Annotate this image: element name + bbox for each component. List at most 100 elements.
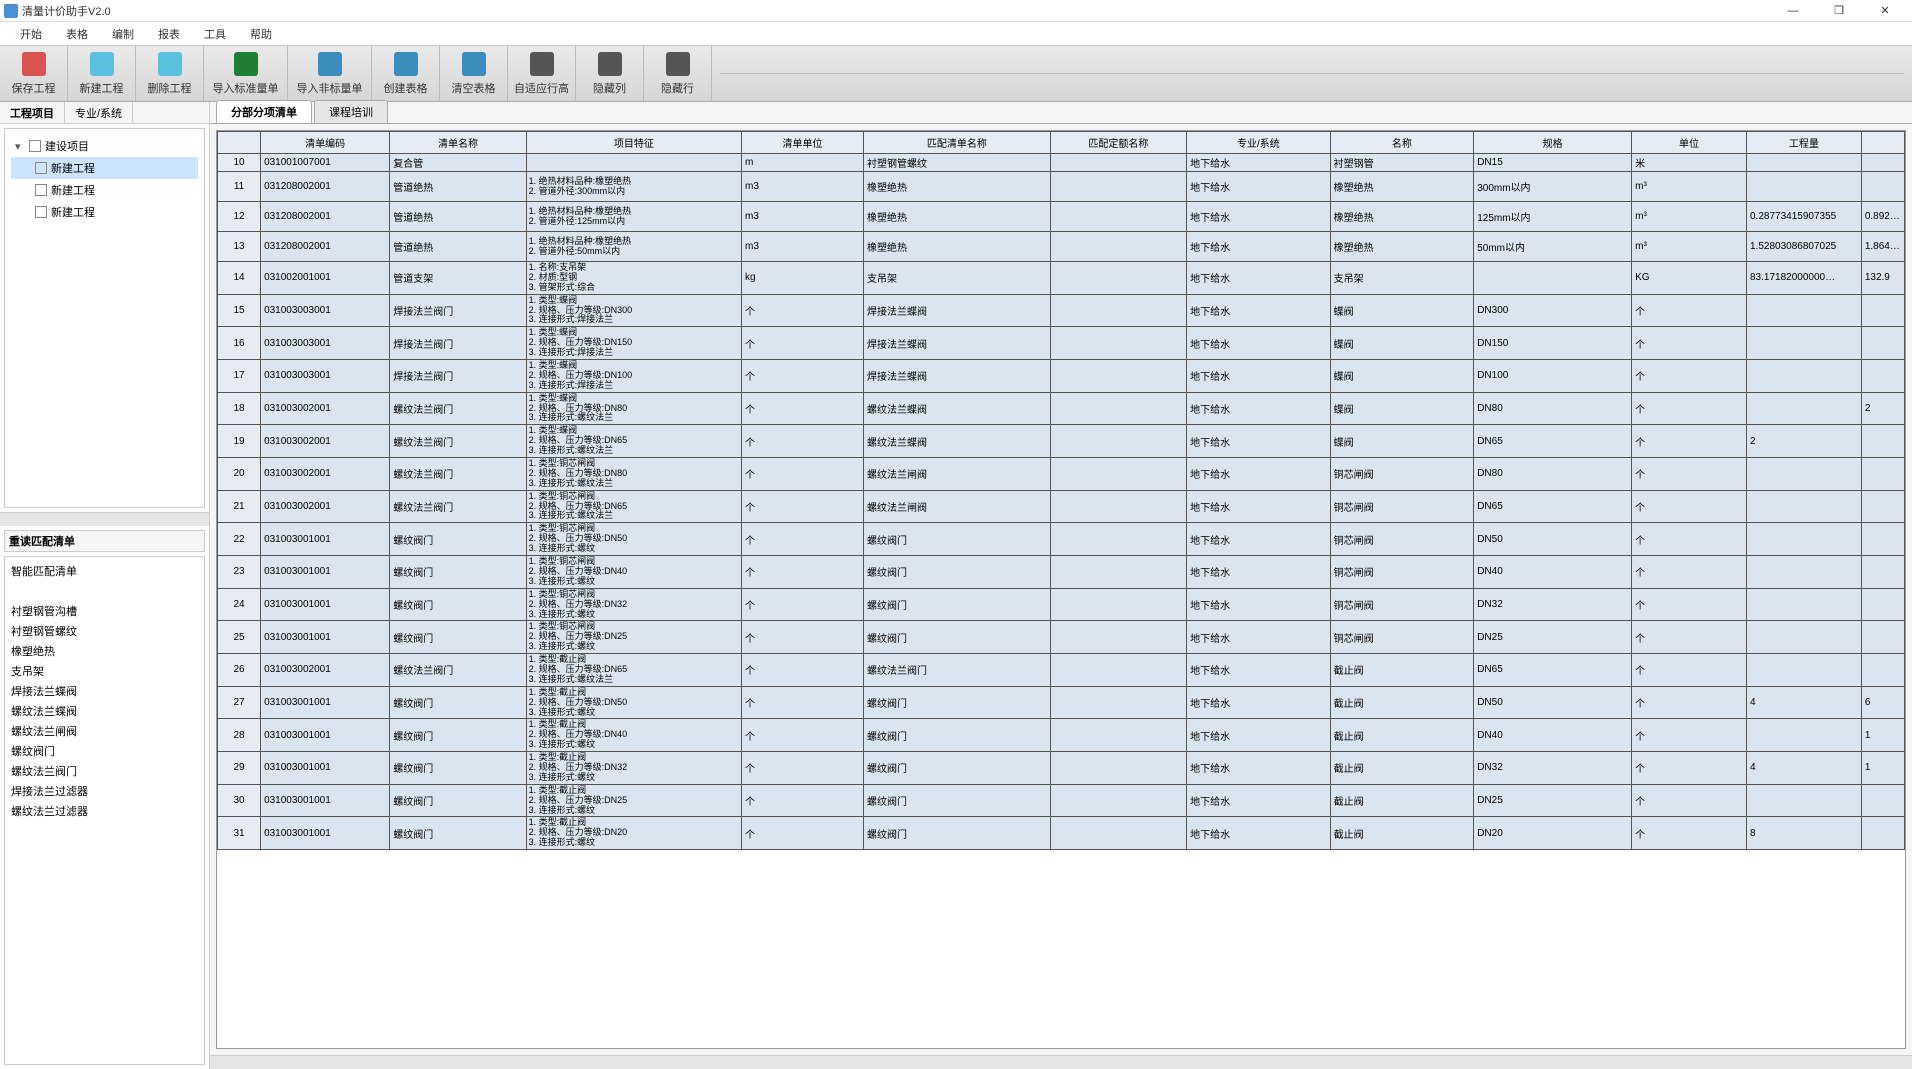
cell[interactable]: 个 bbox=[1632, 556, 1747, 589]
cell[interactable]: 个 bbox=[742, 294, 864, 327]
cell[interactable] bbox=[1861, 523, 1904, 556]
cell[interactable]: 031003001001 bbox=[261, 752, 390, 785]
cell[interactable] bbox=[1474, 262, 1632, 295]
cell[interactable]: 16 bbox=[218, 327, 261, 360]
cell[interactable] bbox=[1050, 686, 1186, 719]
cell[interactable]: 031003001001 bbox=[261, 588, 390, 621]
cell[interactable] bbox=[1746, 719, 1861, 752]
cell[interactable]: 个 bbox=[1632, 458, 1747, 491]
cell[interactable]: DN15 bbox=[1474, 154, 1632, 172]
cell[interactable]: 管道绝热 bbox=[390, 172, 526, 202]
menu-2[interactable]: 编制 bbox=[100, 22, 146, 45]
cell[interactable]: 螺纹阀门 bbox=[864, 686, 1051, 719]
cell[interactable] bbox=[1861, 327, 1904, 360]
cell[interactable] bbox=[1050, 817, 1186, 850]
cell[interactable]: 地下给水 bbox=[1187, 490, 1331, 523]
cell[interactable]: 031003001001 bbox=[261, 556, 390, 589]
tree-child[interactable]: 新建工程 bbox=[11, 179, 198, 201]
cell[interactable]: 个 bbox=[742, 686, 864, 719]
cell[interactable] bbox=[1050, 154, 1186, 172]
tree-scroll-horizontal[interactable] bbox=[0, 512, 209, 526]
cell[interactable] bbox=[1746, 294, 1861, 327]
cell[interactable]: 蝶阀 bbox=[1330, 425, 1474, 458]
cell[interactable]: 4 bbox=[1746, 686, 1861, 719]
cell[interactable]: 18 bbox=[218, 392, 261, 425]
cell[interactable]: 地下给水 bbox=[1187, 817, 1331, 850]
close-button[interactable]: ✕ bbox=[1862, 0, 1908, 22]
column-header[interactable] bbox=[218, 132, 261, 154]
column-header[interactable]: 匹配定额名称 bbox=[1050, 132, 1186, 154]
log-item[interactable]: 支吊架 bbox=[9, 661, 200, 681]
column-header[interactable]: 匹配清单名称 bbox=[864, 132, 1051, 154]
cell[interactable]: 1. 类型:铜芯闸阀 2. 规格、压力等级:DN50 3. 连接形式:螺纹 bbox=[526, 523, 741, 556]
checkbox[interactable] bbox=[35, 184, 47, 196]
cell[interactable]: 031003001001 bbox=[261, 719, 390, 752]
cell[interactable]: 031003002001 bbox=[261, 458, 390, 491]
cell[interactable]: 地下给水 bbox=[1187, 752, 1331, 785]
cell[interactable]: 支吊架 bbox=[1330, 262, 1474, 295]
tab-course-training[interactable]: 课程培训 bbox=[314, 100, 388, 123]
toolbar-save-icon[interactable]: 保存工程 bbox=[0, 46, 68, 101]
cell[interactable]: 螺纹阀门 bbox=[390, 719, 526, 752]
cell[interactable] bbox=[526, 154, 741, 172]
cell[interactable] bbox=[1861, 154, 1904, 172]
cell[interactable] bbox=[1050, 719, 1186, 752]
cell[interactable]: 2 bbox=[1746, 425, 1861, 458]
cell[interactable]: 螺纹阀门 bbox=[390, 621, 526, 654]
cell[interactable] bbox=[1050, 327, 1186, 360]
cell[interactable]: 26 bbox=[218, 654, 261, 687]
cell[interactable]: 铜芯闸阀 bbox=[1330, 523, 1474, 556]
cell[interactable]: 个 bbox=[1632, 752, 1747, 785]
cell[interactable]: 地下给水 bbox=[1187, 232, 1331, 262]
cell[interactable]: 螺纹阀门 bbox=[864, 719, 1051, 752]
cell[interactable]: 031003001001 bbox=[261, 621, 390, 654]
data-grid[interactable]: 清单编码清单名称项目特征清单单位匹配清单名称匹配定额名称专业/系统名称规格单位工… bbox=[216, 130, 1906, 1049]
cell[interactable]: 橡塑绝热 bbox=[864, 172, 1051, 202]
cell[interactable]: 地下给水 bbox=[1187, 154, 1331, 172]
toolbar-hide-col-icon[interactable]: 隐藏列 bbox=[576, 46, 644, 101]
cell[interactable]: 21 bbox=[218, 490, 261, 523]
cell[interactable]: 螺纹阀门 bbox=[864, 523, 1051, 556]
cell[interactable] bbox=[1050, 784, 1186, 817]
cell[interactable]: 地下给水 bbox=[1187, 654, 1331, 687]
cell[interactable] bbox=[1861, 654, 1904, 687]
cell[interactable]: 1. 类型:截止阀 2. 规格、压力等级:DN32 3. 连接形式:螺纹 bbox=[526, 752, 741, 785]
cell[interactable]: 1. 类型:蝶阀 2. 规格、压力等级:DN150 3. 连接形式:焊接法兰 bbox=[526, 327, 741, 360]
cell[interactable]: 螺纹阀门 bbox=[864, 556, 1051, 589]
cell[interactable]: 1. 类型:铜芯闸阀 2. 规格、压力等级:DN40 3. 连接形式:螺纹 bbox=[526, 556, 741, 589]
cell[interactable]: 螺纹阀门 bbox=[864, 588, 1051, 621]
cell[interactable]: 12 bbox=[218, 202, 261, 232]
cell[interactable]: 地下给水 bbox=[1187, 294, 1331, 327]
cell[interactable]: 地下给水 bbox=[1187, 621, 1331, 654]
cell[interactable] bbox=[1861, 294, 1904, 327]
column-header[interactable]: 工程量 bbox=[1746, 132, 1861, 154]
cell[interactable]: 031003001001 bbox=[261, 523, 390, 556]
cell[interactable]: 29 bbox=[218, 752, 261, 785]
cell[interactable]: DN20 bbox=[1474, 817, 1632, 850]
table-row[interactable]: 23031003001001 螺纹阀门 1. 类型:铜芯闸阀 2. 规格、压力等级:… bbox=[218, 556, 1905, 589]
cell[interactable]: 031208002001 bbox=[261, 232, 390, 262]
cell[interactable]: DN65 bbox=[1474, 425, 1632, 458]
cell[interactable]: 个 bbox=[742, 523, 864, 556]
table-row[interactable]: 31031003001001螺纹阀门1. 类型:截止阀 2. 规格、压力等级:D… bbox=[218, 817, 1905, 850]
cell[interactable]: 橡塑绝热 bbox=[864, 232, 1051, 262]
cell[interactable]: 1. 名称:支吊架 2. 材质:型钢 3. 管架形式:综合 bbox=[526, 262, 741, 295]
cell[interactable]: 地下给水 bbox=[1187, 202, 1331, 232]
cell[interactable] bbox=[1861, 556, 1904, 589]
cell[interactable]: DN32 bbox=[1474, 752, 1632, 785]
cell[interactable]: 螺纹阀门 bbox=[864, 752, 1051, 785]
cell[interactable]: 031003002001 bbox=[261, 654, 390, 687]
cell[interactable]: 螺纹法兰蝶阀 bbox=[864, 392, 1051, 425]
log-item[interactable]: 螺纹法兰蝶阀 bbox=[9, 701, 200, 721]
cell[interactable] bbox=[1746, 556, 1861, 589]
cell[interactable]: 个 bbox=[1632, 588, 1747, 621]
table-row[interactable]: 25031003001001螺纹阀门1. 类型:铜芯闸阀 2. 规格、压力等级:… bbox=[218, 621, 1905, 654]
cell[interactable]: 地下给水 bbox=[1187, 392, 1331, 425]
cell[interactable]: DN100 bbox=[1474, 360, 1632, 393]
table-row[interactable]: 13031208002001管道绝热1. 绝热材料品种:橡塑绝热 2. 管道外径… bbox=[218, 232, 1905, 262]
cell[interactable] bbox=[1861, 817, 1904, 850]
table-row[interactable]: 14031002001001管道支架1. 名称:支吊架 2. 材质:型钢 3. … bbox=[218, 262, 1905, 295]
cell[interactable]: 17 bbox=[218, 360, 261, 393]
cell[interactable]: 6 bbox=[1861, 686, 1904, 719]
cell[interactable]: 23 bbox=[218, 556, 261, 589]
